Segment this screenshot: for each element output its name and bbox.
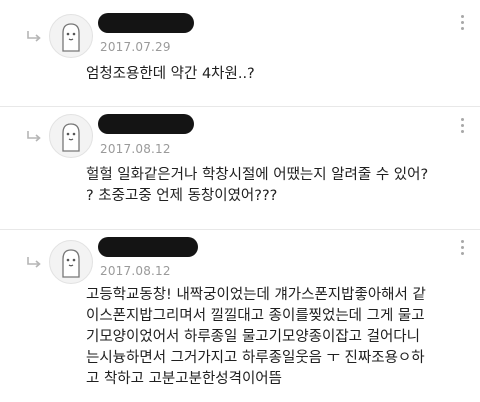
reply-comment: 2017.08.12 헐헐 일화같은거나 학창시절에 어땠는지 알려줄 수 있어… <box>0 107 480 229</box>
comment-date: 2017.07.29 <box>100 40 171 54</box>
more-options-icon[interactable] <box>459 118 465 136</box>
comment-text-line: ? 초중고중 언제 동창이였어??? <box>86 188 278 204</box>
comment-date: 2017.08.12 <box>100 142 171 156</box>
comment-text-line: 는시늉하면서 그거가지고 하루종일웃음 ㅜ 진짜조용ㅇ하 <box>86 350 425 366</box>
default-profile-icon <box>62 23 80 52</box>
reply-arrow-icon <box>27 131 41 142</box>
comment-text-line: 엄청조용한데 약간 4차원..? <box>86 66 255 82</box>
reply-arrow-icon <box>27 31 41 42</box>
comment-text-line: 고등학교동창! 내짝궁이었는데 걔가스폰지밥좋아해서 같 <box>86 287 426 303</box>
comment-text-line: 이스폰지밥그리며서 낄낄대고 종이를찢었는데 그게 물고 <box>86 308 425 324</box>
comment-text: 헐헐 일화같은거나 학창시절에 어땠는지 알려줄 수 있어? ? 초중고중 언제… <box>86 165 474 207</box>
comment-text: 엄청조용한데 약간 4차원..? <box>86 64 474 85</box>
redacted-username <box>98 114 194 134</box>
more-options-icon[interactable] <box>459 15 465 33</box>
comment-text-line: 기모양이었어서 하루종일 물고기모양종이잡고 걸어다니 <box>86 329 420 345</box>
redacted-username <box>98 237 198 257</box>
avatar[interactable] <box>49 114 93 158</box>
avatar[interactable] <box>49 240 93 284</box>
default-profile-icon <box>62 249 80 278</box>
reply-comment: 2017.08.12 고등학교동창! 내짝궁이었는데 걔가스폰지밥좋아해서 같 … <box>0 230 480 402</box>
reply-arrow-icon <box>27 257 41 268</box>
comment-text-line: 고 착하고 고분고분한성격이어뜸 <box>86 371 282 387</box>
comment-text: 고등학교동창! 내짝궁이었는데 걔가스폰지밥좋아해서 같 이스폰지밥그리며서 낄… <box>86 285 474 390</box>
comment-text-line: 헐헐 일화같은거나 학창시절에 어땠는지 알려줄 수 있어? <box>86 167 429 183</box>
default-profile-icon <box>62 123 80 152</box>
reply-comment: 2017.07.29 엄청조용한데 약간 4차원..? <box>0 0 480 106</box>
comment-thread: 2017.07.29 엄청조용한데 약간 4차원..? 2017.08.12 헐… <box>0 0 480 402</box>
comment-date: 2017.08.12 <box>100 264 171 278</box>
redacted-username <box>98 13 194 33</box>
more-options-icon[interactable] <box>459 240 465 258</box>
avatar[interactable] <box>49 14 93 58</box>
